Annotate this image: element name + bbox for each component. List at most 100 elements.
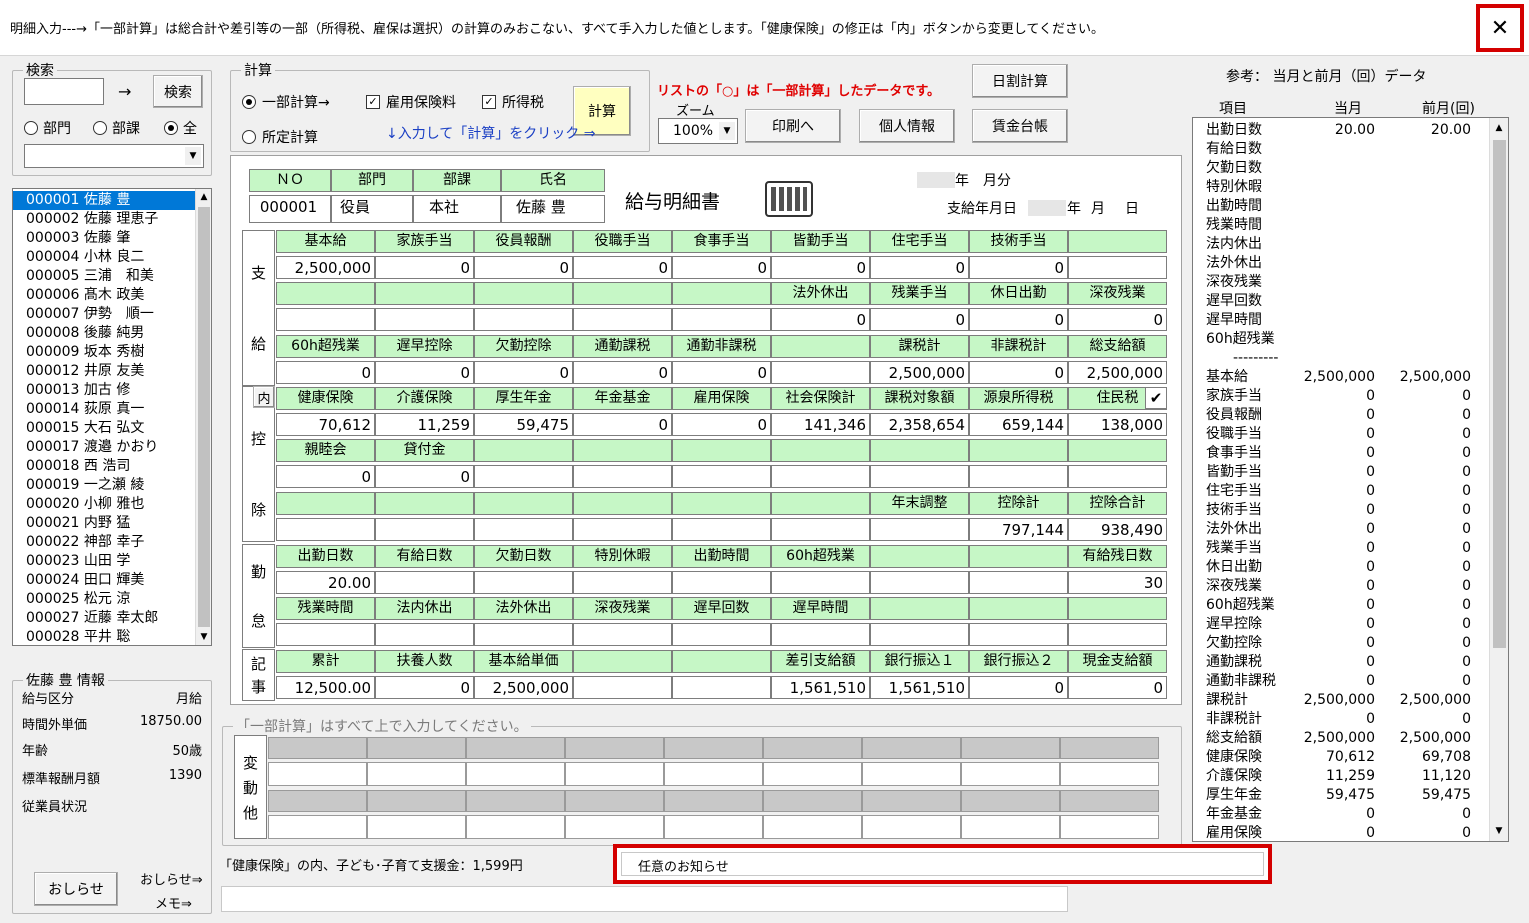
check-icon[interactable]: ✔ — [1145, 387, 1167, 409]
slip-value-cell[interactable] — [573, 623, 672, 646]
radio-partial[interactable]: 一部計算→ — [242, 92, 330, 112]
henko-value-cell[interactable] — [466, 762, 565, 786]
slip-value-cell[interactable]: 0 — [672, 413, 771, 436]
reference-list[interactable]: 出勤日数 20.00 20.00 有給日数 欠勤日数 特別休暇 出勤時間 残業時間 法内休出 法外… — [1192, 117, 1509, 842]
slip-value-cell[interactable]: 12,500.00 — [276, 676, 375, 699]
slip-value-cell[interactable]: 0 — [1068, 676, 1167, 699]
slip-value-cell[interactable]: 11,259 — [375, 413, 474, 436]
slip-value-cell[interactable] — [672, 571, 771, 594]
slip-value-cell[interactable]: 0 — [474, 256, 573, 279]
employee-list-item[interactable]: 000028 平井 聡 — [13, 628, 195, 645]
slip-value-cell[interactable]: 0 — [573, 256, 672, 279]
radio-dept[interactable]: 部門 — [24, 118, 71, 138]
slip-value-cell[interactable]: 0 — [573, 361, 672, 384]
slip-value-cell[interactable] — [573, 308, 672, 331]
scroll-up-icon[interactable]: ▲ — [196, 189, 211, 205]
employee-list-item[interactable]: 000008 後藤 純男 — [13, 324, 195, 343]
slip-value-cell[interactable] — [375, 308, 474, 331]
slip-value-cell[interactable]: 0 — [375, 676, 474, 699]
employee-list-item[interactable]: 000013 加古 修 — [13, 381, 195, 400]
henko-value-cell[interactable] — [763, 815, 862, 839]
close-button[interactable]: ✕ — [1476, 4, 1524, 52]
section-field[interactable]: 本社 — [413, 195, 501, 223]
slip-value-cell[interactable]: 0 — [375, 465, 474, 488]
slip-value-cell[interactable] — [870, 465, 969, 488]
employee-list-item[interactable]: 000002 佐藤 理恵子 — [13, 210, 195, 229]
slip-value-cell[interactable]: 59,475 — [474, 413, 573, 436]
employee-list-item[interactable]: 000012 井原 友美 — [13, 362, 195, 381]
slip-value-cell[interactable] — [672, 465, 771, 488]
slip-value-cell[interactable]: 2,500,000 — [870, 361, 969, 384]
slip-value-cell[interactable] — [771, 623, 870, 646]
slip-value-cell[interactable] — [771, 361, 870, 384]
slip-value-cell[interactable] — [771, 465, 870, 488]
henko-value-cell[interactable] — [565, 815, 664, 839]
calendar-icon[interactable] — [765, 181, 813, 217]
employee-list-item[interactable]: 000015 大石 弘文 — [13, 419, 195, 438]
henko-value-cell[interactable] — [961, 815, 1060, 839]
slip-value-cell[interactable] — [1068, 465, 1167, 488]
notice-link[interactable]: おしらせ⇒ — [140, 869, 203, 888]
henko-value-cell[interactable] — [367, 762, 466, 786]
slip-value-cell[interactable]: 2,500,000 — [1068, 361, 1167, 384]
slip-value-cell[interactable]: 2,500,000 — [276, 256, 375, 279]
employee-list-item[interactable]: 000027 近藤 幸太郎 — [13, 609, 195, 628]
radio-section[interactable]: 部課 — [93, 118, 140, 138]
personal-info-button[interactable]: 個人情報 — [859, 109, 955, 143]
slip-value-cell[interactable]: 1,561,510 — [771, 676, 870, 699]
memo-field[interactable] — [221, 886, 1068, 912]
slip-value-cell[interactable] — [573, 465, 672, 488]
henko-value-cell[interactable] — [862, 815, 961, 839]
scroll-down-icon[interactable]: ▼ — [196, 629, 211, 645]
slip-value-cell[interactable]: 938,490 — [1068, 518, 1167, 541]
scroll-down-icon[interactable]: ▼ — [1491, 823, 1507, 839]
daily-calc-button[interactable]: 日割計算 — [972, 64, 1068, 98]
employee-list-item[interactable]: 000024 田口 輝美 — [13, 571, 195, 590]
employee-list-item[interactable]: 000023 山田 学 — [13, 552, 195, 571]
slip-value-cell[interactable]: 0 — [1068, 308, 1167, 331]
employee-list-item[interactable]: 000001 佐藤 豊 — [13, 191, 195, 210]
employee-list-item[interactable]: 000004 小林 良二 — [13, 248, 195, 267]
slip-value-cell[interactable] — [870, 571, 969, 594]
employee-list-item[interactable]: 000007 伊勢 順一 — [13, 305, 195, 324]
employee-list-item[interactable]: 000009 坂本 秀樹 — [13, 343, 195, 362]
employee-list[interactable]: 000001 佐藤 豊 000002 佐藤 理恵子 000003 佐藤 肇 00000… — [12, 188, 212, 646]
slip-value-cell[interactable]: 0 — [870, 308, 969, 331]
slip-value-cell[interactable]: 0 — [375, 256, 474, 279]
employee-list-item[interactable]: 000005 三浦 和美 — [13, 267, 195, 286]
employee-list-item[interactable]: 000003 佐藤 肇 — [13, 229, 195, 248]
slip-value-cell[interactable] — [870, 518, 969, 541]
slip-value-cell[interactable]: 797,144 — [969, 518, 1068, 541]
slip-value-cell[interactable] — [276, 623, 375, 646]
no-field[interactable]: 000001 — [249, 195, 331, 223]
employee-list-item[interactable]: 000014 荻原 真一 — [13, 400, 195, 419]
henko-value-cell[interactable] — [367, 815, 466, 839]
print-button[interactable]: 印刷へ — [745, 109, 841, 143]
henko-value-cell[interactable] — [763, 762, 862, 786]
name-field[interactable]: 佐藤 豊 — [501, 195, 605, 223]
slip-value-cell[interactable]: 0 — [375, 361, 474, 384]
slip-value-cell[interactable]: 0 — [672, 361, 771, 384]
employee-list-item[interactable]: 000018 西 浩司 — [13, 457, 195, 476]
slip-value-cell[interactable] — [672, 623, 771, 646]
henko-value-cell[interactable] — [565, 762, 664, 786]
slip-value-cell[interactable] — [771, 518, 870, 541]
slip-value-cell[interactable] — [474, 623, 573, 646]
slip-value-cell[interactable]: 0 — [969, 256, 1068, 279]
slip-value-cell[interactable] — [672, 308, 771, 331]
henko-value-cell[interactable] — [961, 762, 1060, 786]
henko-value-cell[interactable] — [466, 815, 565, 839]
radio-all[interactable]: 全 — [164, 118, 197, 138]
slip-value-cell[interactable]: 0 — [672, 256, 771, 279]
notice-button[interactable]: おしらせ — [34, 872, 118, 906]
slip-value-cell[interactable] — [474, 518, 573, 541]
slip-value-cell[interactable] — [969, 623, 1068, 646]
employee-list-item[interactable]: 000025 松元 涼 — [13, 590, 195, 609]
slip-value-cell[interactable]: 0 — [771, 308, 870, 331]
employee-list-item[interactable]: 000006 髙木 政美 — [13, 286, 195, 305]
henko-value-cell[interactable] — [862, 762, 961, 786]
employee-list-scrollbar[interactable]: ▲ ▼ — [195, 189, 211, 645]
employee-list-item[interactable]: 000020 小柳 雅也 — [13, 495, 195, 514]
scroll-up-icon[interactable]: ▲ — [1491, 120, 1507, 136]
notice-field[interactable]: 任意のお知らせ — [621, 852, 1264, 876]
